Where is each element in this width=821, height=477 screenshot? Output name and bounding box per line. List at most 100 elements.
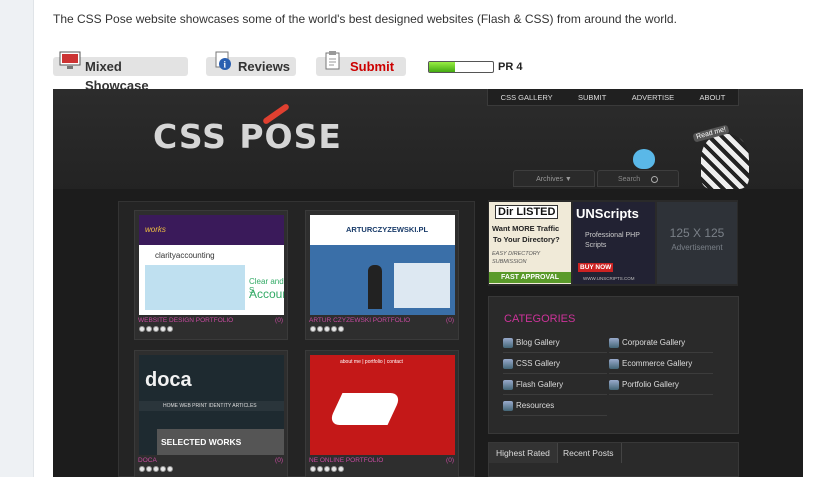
categories-panel: CATEGORIES Blog Gallery Corporate Galler… bbox=[488, 296, 739, 434]
category-flash-gallery[interactable]: Flash Gallery bbox=[503, 377, 607, 395]
website-screenshot: CSS GALLERY SUBMIT ADVERTISE ABOUT CSS P… bbox=[53, 89, 803, 477]
dir-listed-ad[interactable]: Dir LISTED Want MORE Traffic To Your Dir… bbox=[489, 202, 571, 284]
left-sidebar-strip bbox=[0, 0, 34, 477]
ad-banner-row: Dir LISTED Want MORE Traffic To Your Dir… bbox=[488, 200, 738, 286]
nav-advertise[interactable]: ADVERTISE bbox=[632, 93, 674, 102]
site-header: CSS GALLERY SUBMIT ADVERTISE ABOUT CSS P… bbox=[53, 89, 803, 189]
card-title[interactable]: DOCA bbox=[138, 457, 157, 464]
archives-dropdown[interactable]: Archives ▼ bbox=[513, 170, 595, 187]
site-search-box[interactable]: Search bbox=[597, 170, 679, 187]
card-comment-count: (0) bbox=[275, 457, 283, 464]
gallery-card[interactable]: about me | portfolio | contact NE ONLINE… bbox=[305, 350, 459, 477]
thumb-text: clarityaccounting bbox=[155, 251, 215, 260]
thumb-text: Accoun bbox=[249, 287, 284, 301]
rating-dot[interactable] bbox=[317, 326, 323, 332]
ad-text: SUBMISSION bbox=[492, 259, 527, 265]
ad-cta[interactable]: FAST APPROVAL bbox=[489, 272, 571, 283]
tab-recent-posts[interactable]: Recent Posts bbox=[556, 443, 622, 463]
category-label: Corporate Gallery bbox=[622, 338, 686, 347]
rating-dot[interactable] bbox=[338, 466, 344, 472]
card-rating[interactable] bbox=[139, 326, 173, 332]
rating-dot[interactable] bbox=[167, 326, 173, 332]
rating-dot[interactable] bbox=[338, 326, 344, 332]
rating-dot[interactable] bbox=[324, 466, 330, 472]
category-ecommerce-gallery[interactable]: Ecommerce Gallery bbox=[609, 356, 713, 374]
category-css-gallery[interactable]: CSS Gallery bbox=[503, 356, 607, 374]
card-comment-count: (0) bbox=[446, 457, 454, 464]
info-icon: i bbox=[212, 51, 234, 71]
rating-dot[interactable] bbox=[310, 326, 316, 332]
ad-size-label: 125 X 125 bbox=[669, 226, 725, 240]
rating-dot[interactable] bbox=[331, 466, 337, 472]
gallery-card[interactable]: doca HOME WEB PRINT IDENTITY ARTICLES SE… bbox=[134, 350, 288, 477]
thumb-text: works bbox=[145, 225, 166, 234]
category-label: Blog Gallery bbox=[516, 338, 560, 347]
thumb-text: HOME WEB PRINT IDENTITY ARTICLES bbox=[139, 401, 284, 411]
unscripts-ad[interactable]: UNScripts Professional PHP Scripts BUY N… bbox=[573, 202, 655, 284]
card-comment-count: (0) bbox=[446, 317, 454, 324]
category-label: Flash Gallery bbox=[516, 380, 564, 389]
tab-highest-rated[interactable]: Highest Rated bbox=[489, 443, 558, 463]
category-blog-gallery[interactable]: Blog Gallery bbox=[503, 335, 607, 353]
rating-dot[interactable] bbox=[146, 326, 152, 332]
category-corporate-gallery[interactable]: Corporate Gallery bbox=[609, 335, 713, 353]
ad-text: Want MORE Traffic bbox=[492, 224, 560, 233]
reviews-button[interactable]: i Reviews bbox=[206, 51, 296, 76]
rating-dot[interactable] bbox=[139, 466, 145, 472]
rating-dot[interactable] bbox=[139, 326, 145, 332]
card-rating[interactable] bbox=[310, 326, 344, 332]
rating-dot[interactable] bbox=[153, 326, 159, 332]
nav-submit[interactable]: SUBMIT bbox=[578, 93, 606, 102]
rating-dot[interactable] bbox=[146, 466, 152, 472]
ad-text: UNScripts bbox=[576, 206, 639, 221]
category-portfolio-gallery[interactable]: Portfolio Gallery bbox=[609, 377, 713, 395]
rating-dot[interactable] bbox=[324, 326, 330, 332]
mixed-showcase-button[interactable]: Mixed Showcase bbox=[53, 51, 188, 93]
rating-dot[interactable] bbox=[167, 466, 173, 472]
pagerank-fill bbox=[429, 62, 455, 72]
ad-text: Dir LISTED bbox=[495, 205, 559, 219]
ad-text: Scripts bbox=[585, 242, 607, 249]
rating-dot[interactable] bbox=[153, 466, 159, 472]
category-label: Resources bbox=[516, 401, 555, 410]
rating-dot[interactable] bbox=[331, 326, 337, 332]
nav-about[interactable]: ABOUT bbox=[699, 93, 725, 102]
ad-text: Professional PHP bbox=[585, 232, 640, 239]
thumb-text: ARTURCZYZEWSKI.PL bbox=[346, 225, 429, 234]
search-icon bbox=[651, 176, 658, 183]
rating-dot[interactable] bbox=[160, 466, 166, 472]
category-label: CSS Gallery bbox=[516, 359, 561, 368]
nav-css-gallery[interactable]: CSS GALLERY bbox=[501, 93, 553, 102]
card-rating[interactable] bbox=[139, 466, 173, 472]
category-resources[interactable]: Resources bbox=[503, 398, 607, 416]
clipboard-icon bbox=[322, 51, 344, 71]
thumb-text: SELECTED WORKS bbox=[157, 429, 284, 455]
card-thumbnail[interactable]: works clarityaccounting Clear and S Acco… bbox=[139, 215, 284, 315]
card-rating[interactable] bbox=[310, 466, 344, 472]
card-thumbnail[interactable]: doca HOME WEB PRINT IDENTITY ARTICLES SE… bbox=[139, 355, 284, 455]
gallery-card[interactable]: ARTURCZYZEWSKI.PL ARTUR CZYZEWSKI PORTFO… bbox=[305, 210, 459, 340]
site-top-nav: CSS GALLERY SUBMIT ADVERTISE ABOUT bbox=[487, 89, 739, 106]
pagerank-bar bbox=[428, 61, 494, 73]
ad-cta[interactable]: BUY NOW bbox=[578, 263, 614, 272]
advertisement-placeholder[interactable]: 125 X 125 Advertisement bbox=[657, 202, 737, 284]
gallery-card[interactable]: works clarityaccounting Clear and S Acco… bbox=[134, 210, 288, 340]
rating-dot[interactable] bbox=[317, 466, 323, 472]
rating-dot[interactable] bbox=[160, 326, 166, 332]
card-title[interactable]: NE ONLINE PORTFOLIO bbox=[309, 457, 383, 464]
ad-text: WWW.UNSCRIPTS.COM bbox=[583, 276, 635, 281]
gallery-grid: works clarityaccounting Clear and S Acco… bbox=[118, 201, 475, 477]
zebra-mascot-icon bbox=[701, 134, 749, 189]
card-thumbnail[interactable]: ARTURCZYZEWSKI.PL bbox=[310, 215, 455, 315]
bird-mascot-icon bbox=[633, 149, 655, 169]
ad-text: EASY DIRECTORY bbox=[492, 251, 541, 257]
pagerank-label: PR 4 bbox=[498, 61, 523, 73]
rating-dot[interactable] bbox=[310, 466, 316, 472]
category-icon bbox=[609, 380, 619, 390]
card-title[interactable]: WEBSITE DESIGN PORTFOLIO bbox=[138, 317, 233, 324]
card-title[interactable]: ARTUR CZYZEWSKI PORTFOLIO bbox=[309, 317, 410, 324]
site-description: The CSS Pose website showcases some of t… bbox=[53, 12, 677, 26]
submit-button[interactable]: Submit bbox=[316, 51, 406, 76]
card-thumbnail[interactable]: about me | portfolio | contact bbox=[310, 355, 455, 455]
category-label: Portfolio Gallery bbox=[622, 380, 679, 389]
